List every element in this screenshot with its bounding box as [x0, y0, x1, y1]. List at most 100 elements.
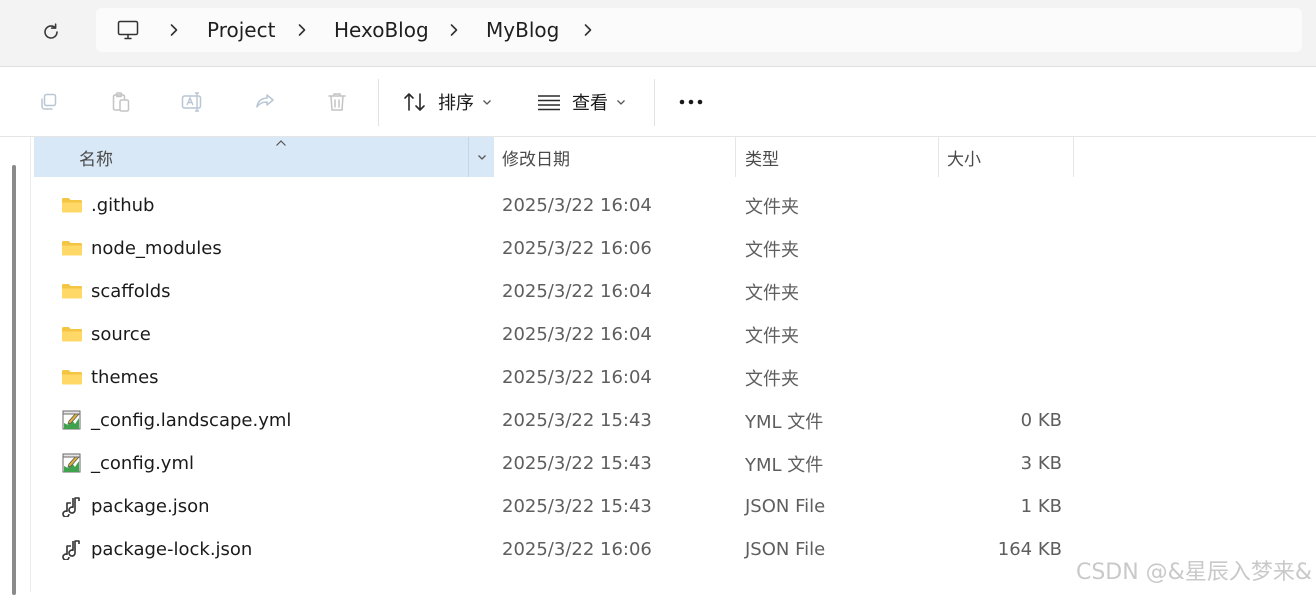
file-row[interactable]: _config.landscape.yml 2025/3/22 15:43 YM… [34, 399, 1094, 442]
file-modified: 2025/3/22 16:06 [502, 238, 652, 259]
file-size: 0 KB [1020, 410, 1062, 431]
file-row[interactable]: themes 2025/3/22 16:04 文件夹 [34, 356, 1094, 399]
folder-icon [62, 198, 82, 213]
json-file-icon [62, 540, 80, 560]
chevron-down-icon [617, 100, 625, 105]
sort-label: 排序 [438, 93, 474, 114]
separator [654, 79, 655, 126]
watermark: CSDN @&星辰入梦来& [1075, 560, 1312, 585]
file-row[interactable]: _config.yml 2025/3/22 15:43 YML 文件 3 KB [34, 442, 1094, 485]
copy-button[interactable] [36, 89, 62, 115]
json-file-icon [62, 497, 80, 517]
file-size: 3 KB [1020, 453, 1062, 474]
view-label: 查看 [572, 93, 608, 114]
file-type: YML 文件 [745, 454, 824, 476]
file-modified: 2025/3/22 16:06 [502, 539, 652, 560]
yml-file-icon [62, 410, 81, 430]
share-button[interactable] [252, 89, 278, 115]
column-name-dropdown[interactable] [468, 137, 494, 177]
column-type-label: 类型 [745, 149, 779, 170]
sort-icon [404, 93, 425, 111]
file-name: source [91, 324, 151, 345]
address-bar-row: Project HexoBlog MyBlog [0, 0, 1316, 67]
copy-icon [41, 93, 57, 110]
file-type: 文件夹 [745, 325, 799, 347]
file-size [938, 270, 1062, 313]
this-pc-icon[interactable] [116, 18, 140, 42]
file-name: _config.yml [91, 453, 194, 474]
folder-icon [62, 241, 82, 256]
file-list-area: 名称 修改日期 类型 大小 .github 2025/3/22 16:04 文件… [0, 137, 1316, 595]
file-row[interactable]: node_modules 2025/3/22 16:06 文件夹 [34, 227, 1094, 270]
file-modified: 2025/3/22 15:43 [502, 496, 652, 517]
paste-button[interactable] [108, 89, 134, 115]
chevron-right-icon[interactable] [166, 22, 182, 38]
more-options-button[interactable] [678, 89, 704, 115]
chevron-right-icon[interactable] [446, 22, 462, 38]
column-divider[interactable] [1073, 137, 1074, 177]
delete-button[interactable] [324, 89, 350, 115]
breadcrumb[interactable]: Project HexoBlog MyBlog [96, 8, 1302, 52]
file-type: 文件夹 [745, 368, 799, 390]
column-header-name[interactable]: 名称 [34, 137, 493, 177]
folder-icon [62, 327, 82, 342]
file-row[interactable]: scaffolds 2025/3/22 16:04 文件夹 [34, 270, 1094, 313]
sort-ascending-icon [276, 140, 286, 146]
file-size: 1 KB [1020, 496, 1062, 517]
file-row[interactable]: package-lock.json 2025/3/22 16:06 JSON F… [34, 528, 1094, 571]
file-name: themes [91, 367, 159, 388]
file-row[interactable]: .github 2025/3/22 16:04 文件夹 [34, 184, 1094, 227]
trash-icon [328, 93, 346, 111]
file-name: package-lock.json [91, 539, 253, 560]
column-header-row: 名称 修改日期 类型 大小 [34, 137, 1094, 177]
file-size [938, 184, 1062, 227]
file-name: package.json [91, 496, 210, 517]
file-type: 文件夹 [745, 239, 799, 261]
chevron-down-icon [483, 100, 491, 105]
file-size [938, 356, 1062, 399]
sort-button[interactable]: 排序 [402, 85, 492, 119]
rename-button[interactable] [180, 89, 206, 115]
chevron-down-icon [477, 155, 486, 160]
share-icon [256, 94, 274, 108]
file-name: scaffolds [91, 281, 171, 302]
refresh-icon [44, 23, 58, 39]
command-bar: 排序 查看 [0, 67, 1316, 137]
view-button[interactable]: 查看 [536, 85, 626, 119]
file-row[interactable]: source 2025/3/22 16:04 文件夹 [34, 313, 1094, 356]
file-modified: 2025/3/22 16:04 [502, 281, 652, 302]
file-type: 文件夹 [745, 282, 799, 304]
file-type: JSON File [745, 539, 826, 560]
column-header-size[interactable]: 大小 [939, 137, 1073, 177]
yml-file-icon [62, 453, 81, 473]
column-size-label: 大小 [947, 149, 981, 170]
separator [378, 79, 379, 126]
breadcrumb-item[interactable]: MyBlog [486, 8, 559, 52]
file-modified: 2025/3/22 16:04 [502, 195, 652, 216]
file-type: JSON File [745, 496, 826, 517]
folder-icon [62, 370, 82, 385]
more-icon [679, 99, 703, 105]
file-size [938, 227, 1062, 270]
pane-divider [30, 137, 31, 592]
scrollbar[interactable] [12, 165, 16, 595]
breadcrumb-item[interactable]: HexoBlog [334, 8, 429, 52]
chevron-right-icon[interactable] [580, 22, 596, 38]
column-header-type[interactable]: 类型 [736, 137, 938, 177]
file-size [938, 313, 1062, 356]
file-modified: 2025/3/22 16:04 [502, 324, 652, 345]
chevron-right-icon[interactable] [294, 22, 310, 38]
file-modified: 2025/3/22 15:43 [502, 410, 652, 431]
column-modified-label: 修改日期 [502, 149, 570, 170]
file-row[interactable]: package.json 2025/3/22 15:43 JSON File 1… [34, 485, 1094, 528]
file-name: .github [91, 195, 155, 216]
file-name: node_modules [91, 238, 222, 259]
column-header-modified[interactable]: 修改日期 [493, 137, 735, 177]
file-size: 164 KB [997, 539, 1062, 560]
refresh-button[interactable] [36, 17, 66, 47]
file-type: 文件夹 [745, 196, 799, 218]
breadcrumb-item[interactable]: Project [207, 8, 275, 52]
file-modified: 2025/3/22 15:43 [502, 453, 652, 474]
folder-icon [62, 284, 82, 299]
file-name: _config.landscape.yml [91, 410, 292, 431]
